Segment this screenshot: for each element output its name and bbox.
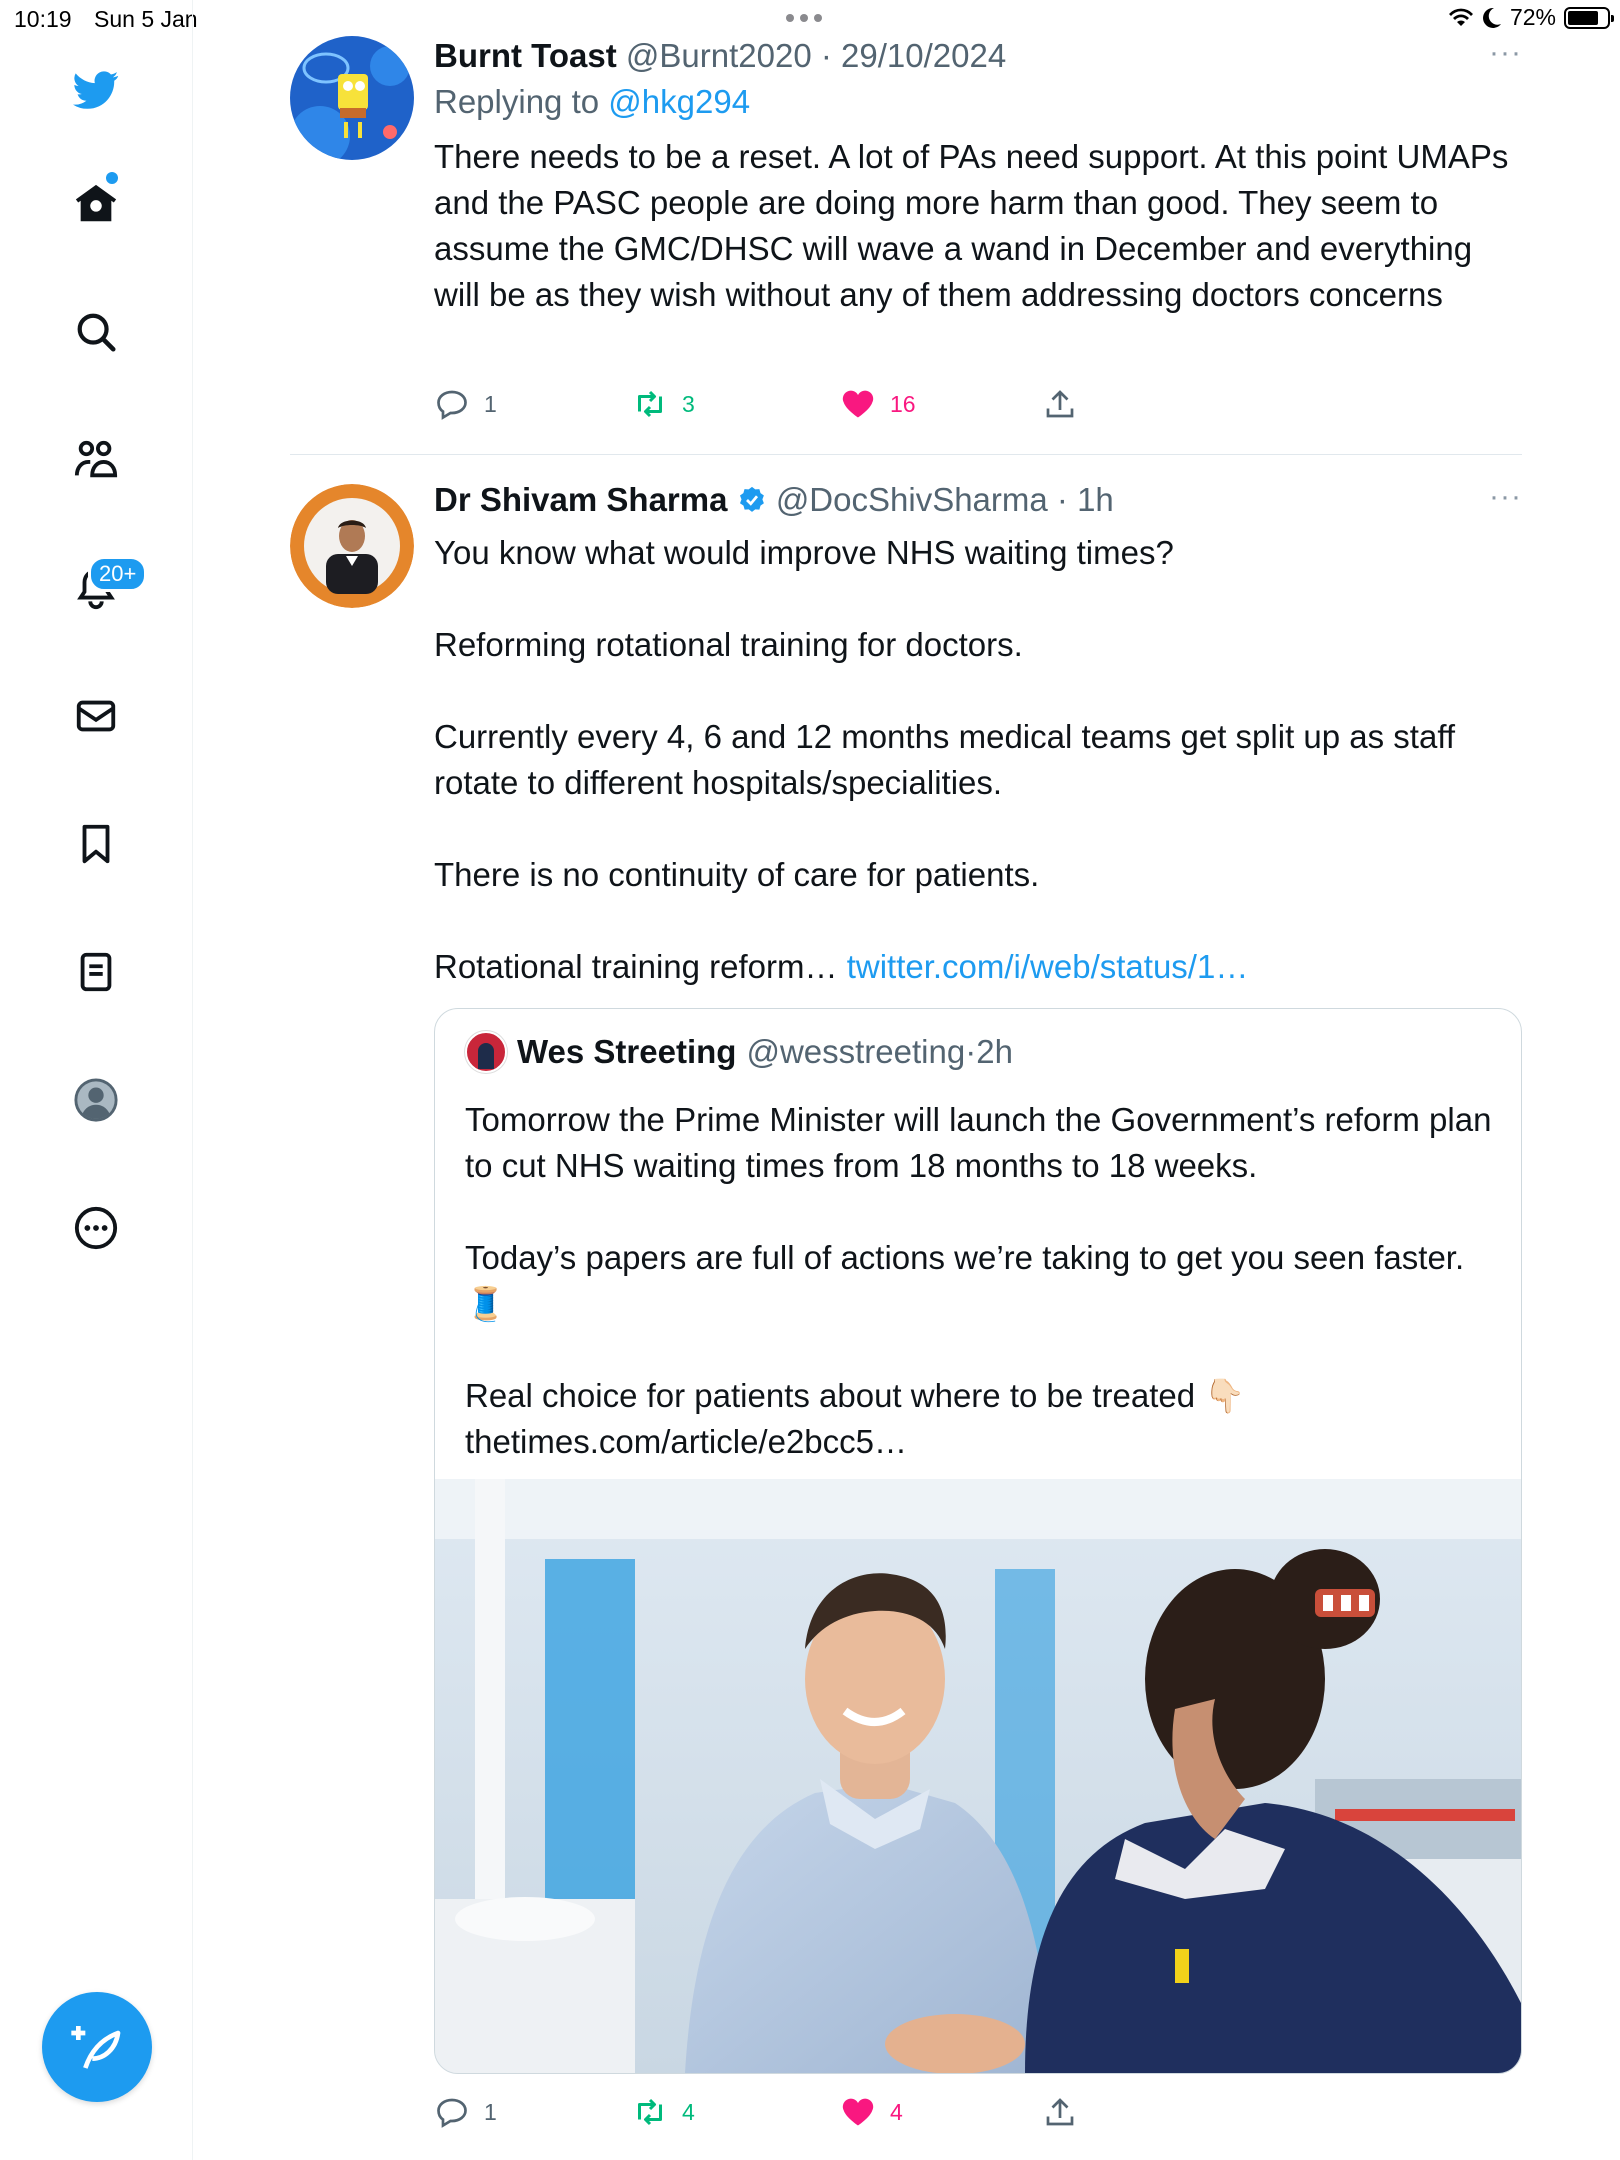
quoted-tweet[interactable]: Wes Streeting @wesstreeting · 2h Tomorrow … <box>434 1008 1522 2074</box>
share-button[interactable] <box>1042 386 1078 422</box>
replying-to-handle[interactable]: @hkg294 <box>608 83 750 120</box>
share-icon <box>1046 390 1074 418</box>
tweet-actions: 1 4 4 <box>434 2094 1522 2134</box>
heart-filled-icon <box>842 390 874 418</box>
share-icon <box>1046 2098 1074 2126</box>
separator-dot: · <box>965 1033 977 1070</box>
more-options-icon[interactable]: ··· <box>1489 480 1522 514</box>
search-icon[interactable] <box>70 306 122 358</box>
user-avatar[interactable] <box>290 484 414 608</box>
reply-icon <box>437 2098 467 2128</box>
messages-envelope-icon[interactable] <box>70 690 122 742</box>
like-count: 16 <box>890 390 916 417</box>
tweet-header: Burnt Toast @Burnt2020 · 29/10/2024 <box>434 36 1522 76</box>
more-circle-icon[interactable] <box>70 1202 122 1254</box>
reply-button[interactable]: 1 <box>434 2094 497 2130</box>
wifi-icon <box>1448 8 1473 26</box>
user-avatar[interactable] <box>290 36 414 160</box>
retweet-count: 3 <box>682 390 695 417</box>
quoted-tweet-photo[interactable] <box>435 1479 1521 2073</box>
like-count: 4 <box>890 2098 903 2125</box>
tweet-time[interactable]: 1h <box>1077 481 1114 518</box>
profile-avatar-icon[interactable] <box>70 1074 122 1126</box>
author-name[interactable]: Dr Shivam Sharma <box>434 481 727 518</box>
bookmark-icon[interactable] <box>70 818 122 870</box>
quoted-author-name: Wes Streeting <box>517 1033 737 1070</box>
heart-filled-icon <box>842 2098 874 2126</box>
tweet-card[interactable]: Burnt Toast @Burnt2020 · 29/10/2024 ··· … <box>290 36 1522 436</box>
separator-dot: · <box>811 37 842 74</box>
tweet-divider <box>290 454 1522 455</box>
retweet-count: 4 <box>682 2098 695 2125</box>
reply-button[interactable]: 1 <box>434 386 497 422</box>
quoted-tweet-header: Wes Streeting @wesstreeting · 2h <box>465 1031 1013 1073</box>
like-button[interactable]: 16 <box>840 386 916 422</box>
reply-icon <box>437 390 467 420</box>
author-name[interactable]: Burnt Toast <box>434 37 617 74</box>
tweet-content: Dr Shivam Sharma @DocShivSharma · 1h ···… <box>434 480 1522 990</box>
reply-count: 1 <box>484 2098 497 2125</box>
author-handle[interactable]: @Burnt2020 <box>626 37 812 74</box>
author-handle[interactable]: @DocShivSharma <box>776 481 1048 518</box>
twitter-bird-icon[interactable] <box>70 64 122 116</box>
tweet-actions: 1 3 16 <box>434 386 1522 426</box>
quoted-user-avatar <box>465 1031 507 1073</box>
retweet-icon <box>638 2098 662 2126</box>
share-button[interactable] <box>1042 2094 1078 2130</box>
quoted-author-handle: @wesstreeting <box>746 1033 966 1070</box>
home-icon[interactable] <box>70 178 122 230</box>
replying-to: Replying to @hkg294 <box>434 80 1522 124</box>
tweet-time[interactable]: 29/10/2024 <box>841 37 1006 74</box>
moon-icon <box>1482 7 1501 28</box>
quoted-tweet-text: Tomorrow the Prime Minister will launch … <box>465 1101 1492 1460</box>
separator-dot: · <box>1047 481 1078 518</box>
retweet-button[interactable]: 4 <box>632 2094 695 2130</box>
quoted-tweet-time: 2h <box>976 1033 1013 1070</box>
reply-count: 1 <box>484 390 497 417</box>
like-button[interactable]: 4 <box>840 2094 903 2130</box>
status-bar: 10:19 Sun 5 Jan 72% <box>0 0 1620 40</box>
verified-badge-icon <box>739 486 764 512</box>
communities-icon[interactable] <box>70 434 122 486</box>
compose-tweet-icon[interactable] <box>42 1992 152 2102</box>
tweet-text: There needs to be a reset. A lot of PAs … <box>434 138 1518 313</box>
tweet-link[interactable]: twitter.com/i/web/status/1… <box>847 948 1249 985</box>
tweet-body: You know what would improve NHS waiting … <box>434 534 1456 985</box>
tweet-header: Dr Shivam Sharma @DocShivSharma · 1h <box>434 480 1522 520</box>
notifications-badge: 20+ <box>88 556 148 592</box>
replying-to-label: Replying to <box>434 83 600 120</box>
sidebar: 20+ <box>0 0 193 2160</box>
status-indicators: 72% <box>1448 4 1614 31</box>
more-options-icon[interactable]: ··· <box>1489 36 1522 70</box>
retweet-button[interactable]: 3 <box>632 386 695 422</box>
tweet-content: Burnt Toast @Burnt2020 · 29/10/2024 ··· … <box>434 36 1522 318</box>
home-notification-dot <box>106 172 118 184</box>
battery-icon <box>1564 6 1614 29</box>
lists-icon[interactable] <box>70 946 122 998</box>
battery-percent: 72% <box>1509 4 1556 30</box>
tweet-card[interactable]: Dr Shivam Sharma @DocShivSharma · 1h ···… <box>290 480 1522 2140</box>
multitasking-dots-icon[interactable] <box>786 14 822 22</box>
tweet-text: You know what would improve NHS waiting … <box>434 530 1522 990</box>
retweet-icon <box>638 390 662 418</box>
